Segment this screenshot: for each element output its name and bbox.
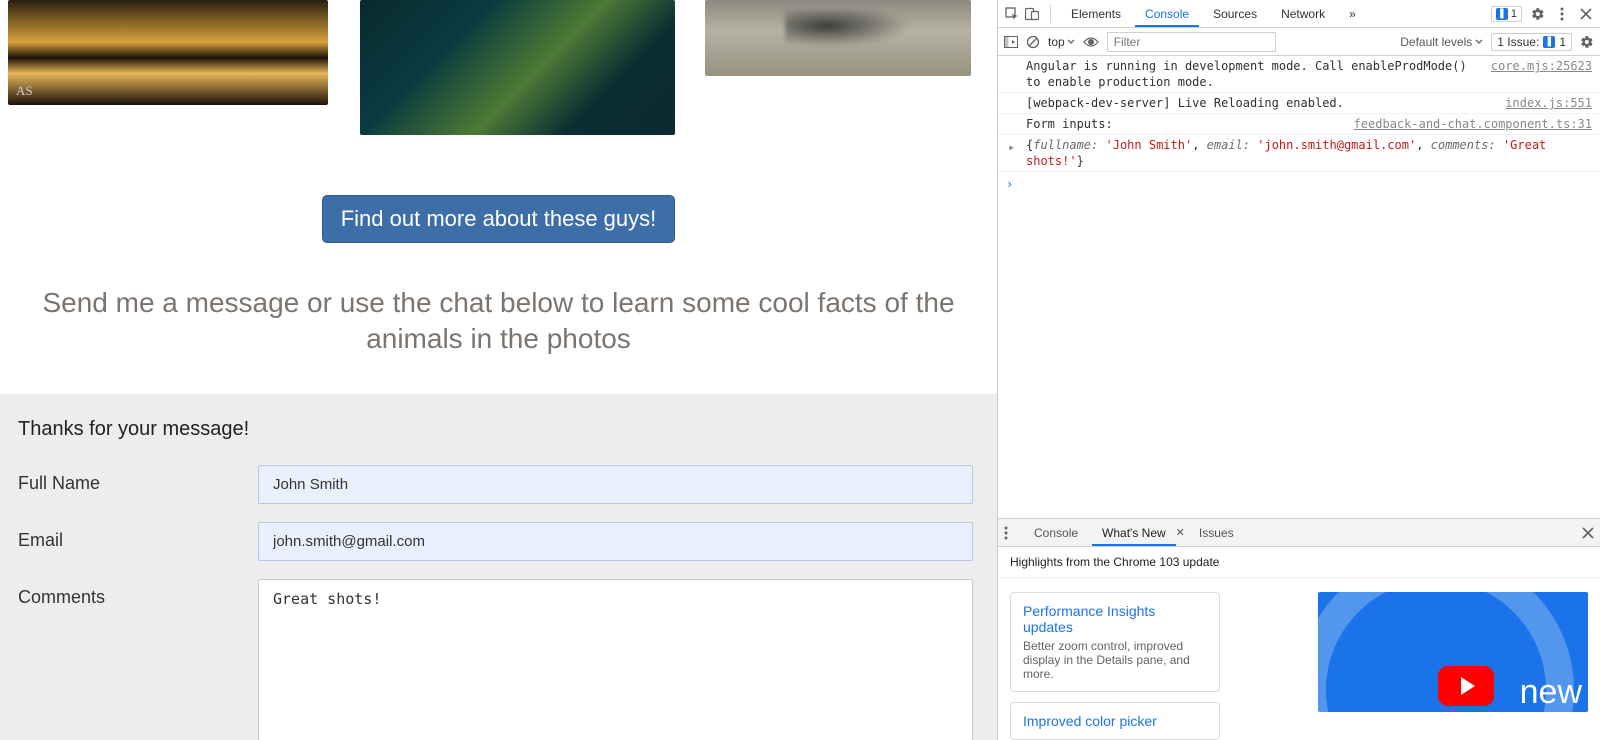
- email-label: Email: [18, 522, 258, 551]
- log-levels-selector[interactable]: Default levels: [1400, 35, 1483, 49]
- context-selector[interactable]: top: [1048, 35, 1075, 49]
- find-out-more-button[interactable]: Find out more about these guys!: [322, 195, 676, 243]
- close-tab-icon[interactable]: ✕: [1176, 526, 1185, 539]
- card-title: Performance Insights updates: [1023, 603, 1207, 635]
- tab-console[interactable]: Console: [1135, 1, 1199, 27]
- tab-network[interactable]: Network: [1271, 1, 1335, 27]
- log-message: Angular is running in development mode. …: [1026, 58, 1479, 90]
- gallery-image-3[interactable]: [705, 0, 971, 76]
- log-source-link[interactable]: index.js:551: [1505, 95, 1592, 111]
- separator: [1050, 5, 1051, 23]
- promo-text: new: [1520, 673, 1582, 712]
- log-row-object[interactable]: ▸ {fullname: 'John Smith', email: 'john.…: [998, 135, 1600, 172]
- chat-icon: ❚: [1496, 8, 1508, 20]
- issue-chip-icon: ❚: [1543, 36, 1555, 48]
- fullname-label: Full Name: [18, 465, 258, 494]
- device-toggle-icon[interactable]: [1024, 6, 1040, 22]
- context-label: top: [1048, 35, 1065, 49]
- gallery-image-1[interactable]: [8, 0, 328, 105]
- drawer-tabbar: Console What's New ✕ Issues: [998, 519, 1600, 547]
- comments-label: Comments: [18, 579, 258, 608]
- devtools-drawer: Console What's New ✕ Issues Highlights f…: [998, 518, 1600, 740]
- image-gallery: [0, 0, 997, 135]
- kebab-icon[interactable]: [1004, 526, 1020, 540]
- kebab-icon[interactable]: [1554, 6, 1570, 22]
- live-expression-icon[interactable]: [1083, 36, 1099, 48]
- comments-textarea[interactable]: Great shots!: [258, 579, 973, 740]
- feedback-form: Thanks for your message! Full Name Email…: [0, 394, 997, 740]
- issues-indicator[interactable]: 1 Issue: ❚ 1: [1491, 33, 1572, 51]
- console-log-area: Angular is running in development mode. …: [998, 56, 1600, 518]
- log-row: Angular is running in development mode. …: [998, 56, 1600, 93]
- play-icon: [1438, 666, 1494, 706]
- log-row: Form inputs: feedback-and-chat.component…: [998, 114, 1600, 135]
- gear-icon[interactable]: [1580, 35, 1594, 49]
- whatsnew-video-thumb[interactable]: new: [1318, 592, 1588, 712]
- close-icon[interactable]: [1578, 6, 1594, 22]
- card-title: Improved color picker: [1023, 713, 1207, 729]
- console-prompt[interactable]: ›: [998, 172, 1600, 196]
- log-source-link[interactable]: feedback-and-chat.component.ts:31: [1354, 116, 1592, 132]
- drawer-tab-whatsnew[interactable]: What's New: [1092, 520, 1176, 546]
- devtools-panel: Elements Console Sources Network » ❚1: [997, 0, 1600, 740]
- log-message: [webpack-dev-server] Live Reloading enab…: [1026, 95, 1493, 111]
- sidebar-toggle-icon[interactable]: [1004, 36, 1018, 48]
- drawer-tab-console[interactable]: Console: [1024, 520, 1088, 546]
- card-desc: Better zoom control, improved display in…: [1023, 639, 1207, 681]
- tab-more[interactable]: »: [1339, 1, 1366, 27]
- email-input[interactable]: [258, 522, 973, 561]
- issues-count: 1: [1559, 35, 1566, 49]
- close-icon[interactable]: [1582, 527, 1594, 539]
- filter-input[interactable]: [1107, 32, 1276, 52]
- whatsnew-body: Performance Insights updates Better zoom…: [998, 578, 1600, 740]
- chevron-down-icon: [1475, 38, 1483, 46]
- errors-count: 1: [1511, 8, 1517, 20]
- whatsnew-heading: Highlights from the Chrome 103 update: [998, 547, 1600, 578]
- log-source-link[interactable]: core.mjs:25623: [1491, 58, 1592, 90]
- errors-badge[interactable]: ❚1: [1491, 6, 1522, 22]
- gallery-image-2[interactable]: [360, 0, 675, 135]
- gear-icon[interactable]: [1530, 6, 1546, 22]
- whatsnew-card[interactable]: Improved color picker: [1010, 702, 1220, 740]
- tab-elements[interactable]: Elements: [1061, 1, 1131, 27]
- log-row: [webpack-dev-server] Live Reloading enab…: [998, 93, 1600, 114]
- inspect-icon[interactable]: [1004, 6, 1020, 22]
- clear-console-icon[interactable]: [1026, 35, 1040, 49]
- devtools-tabbar: Elements Console Sources Network » ❚1: [998, 0, 1600, 28]
- app-page: Find out more about these guys! Send me …: [0, 0, 997, 740]
- console-toolbar: top Default levels 1 Issue: ❚ 1: [998, 28, 1600, 56]
- whatsnew-card[interactable]: Performance Insights updates Better zoom…: [1010, 592, 1220, 692]
- tab-sources[interactable]: Sources: [1203, 1, 1267, 27]
- drawer-tab-issues[interactable]: Issues: [1189, 520, 1244, 546]
- log-message: Form inputs:: [1026, 116, 1342, 132]
- thanks-message: Thanks for your message!: [18, 418, 979, 441]
- levels-label: Default levels: [1400, 35, 1472, 49]
- fullname-input[interactable]: [258, 465, 973, 504]
- log-object: {fullname: 'John Smith', email: 'john.sm…: [1026, 137, 1592, 169]
- issues-label: 1 Issue:: [1497, 35, 1539, 49]
- section-heading: Send me a message or use the chat below …: [30, 285, 967, 358]
- expand-caret-icon[interactable]: ▸: [1008, 139, 1015, 155]
- chevron-down-icon: [1067, 38, 1075, 46]
